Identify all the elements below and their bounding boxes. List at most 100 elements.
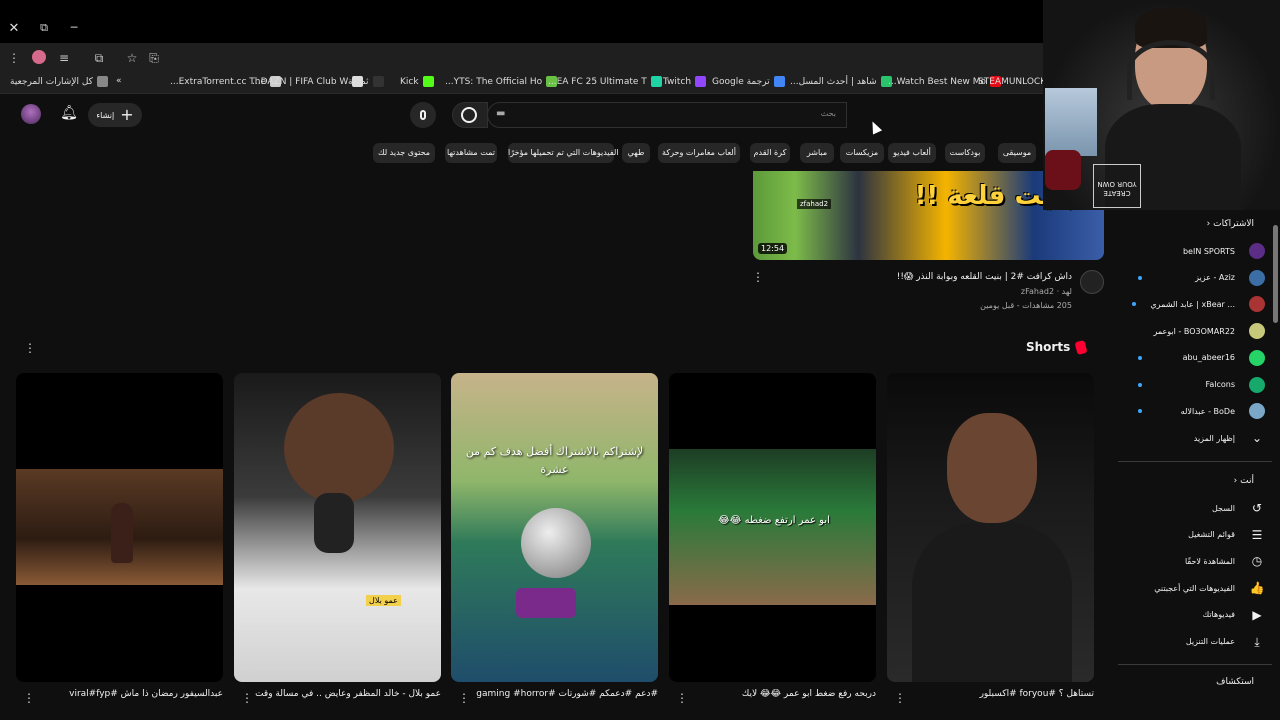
short-card-3[interactable]: لإشتراكم بالاشتراك أفضل هدف كم من عشرة — [451, 373, 658, 682]
short-title[interactable]: #دعم #دعمكم #شورتات #gaming #horror — [471, 689, 658, 699]
minimize-window-button[interactable]: ─ — [64, 21, 84, 34]
download-icon: ⤓ — [1254, 634, 1260, 649]
filter-chip[interactable]: بودكاست — [945, 143, 985, 163]
filter-chip[interactable]: تمت مشاهدتها — [445, 143, 497, 163]
profile-icon[interactable] — [31, 50, 47, 66]
bookmark-item[interactable]: » — [116, 76, 122, 86]
bookmark-item[interactable]: ثمانية — [348, 76, 384, 87]
short-more-options-icon[interactable]: ⋮ — [23, 691, 35, 705]
filter-chip[interactable]: محتوى جديد لك — [373, 143, 435, 163]
bookmark-label: شاهد | أحدث المسل... — [790, 76, 877, 87]
filter-chip[interactable]: مباشر — [800, 143, 834, 163]
filter-chip[interactable]: موسيقى — [998, 143, 1036, 163]
short-card-2[interactable]: ابو عمر ارتفع ضغطه 😂😂 — [669, 373, 876, 682]
media-controls-icon[interactable]: ≡ — [56, 50, 72, 66]
subscription-label: beIN SPORTS — [1182, 246, 1235, 256]
new-content-dot — [1138, 275, 1142, 280]
subscription-item[interactable]: ابوعمر - BO3OMAR22 — [1120, 321, 1265, 341]
bookmark-item[interactable]: Twitch — [663, 76, 707, 87]
bookmark-item[interactable]: YTS: The Official Ho... — [445, 76, 558, 87]
you-item[interactable]: السجل ↺ — [1120, 498, 1265, 518]
you-item[interactable]: قوائم التشغيل ☰ — [1120, 525, 1265, 545]
subscription-item[interactable]: abu_abeer16 — [1120, 348, 1265, 368]
short-more-options-icon[interactable]: ⋮ — [241, 691, 253, 705]
you-item-label: السجل — [1211, 503, 1235, 513]
short-title[interactable]: عمو بلال - خالد المظفر وعايض .. في مسألة… — [254, 689, 441, 699]
explore-heading: استكشاف — [1216, 677, 1254, 687]
short-card-4[interactable]: عمو بلال — [234, 373, 441, 682]
you-item[interactable]: الفيديوهات التي أعجبتني 👍 — [1120, 578, 1265, 598]
notifications-bell-icon[interactable]: 🔔︎ — [60, 105, 78, 123]
bookmark-item[interactable]: شاهد | أحدث المسل... — [790, 76, 892, 87]
chevron-down-icon: ⌄ — [1251, 431, 1263, 445]
shorts-more-options-icon[interactable]: ⋮ — [24, 341, 36, 355]
subscription-item[interactable]: Falcons — [1120, 375, 1265, 395]
close-window-button[interactable]: ✕ — [4, 21, 24, 36]
short-more-options-icon[interactable]: ⋮ — [676, 691, 688, 705]
restore-window-button[interactable]: ⧉ — [34, 21, 54, 35]
subscription-item[interactable]: عبدالاله - BoDe — [1120, 401, 1265, 421]
filter-chip[interactable]: مزيكسات — [840, 143, 884, 163]
bookmark-item[interactable]: EA FC 25 Ultimate T... — [548, 76, 662, 87]
short-ball-3 — [521, 508, 591, 578]
short-card-1[interactable] — [887, 373, 1094, 682]
menu-dots-icon[interactable]: ⋮ — [6, 50, 22, 66]
you-item[interactable]: عمليات التنزيل ⤓ — [1120, 632, 1265, 652]
filter-chip[interactable]: ألعاب مغامرات وحركة — [658, 143, 740, 163]
filter-chip[interactable]: ألعاب فيديو — [888, 143, 936, 163]
search-input[interactable]: بحث ▬ — [487, 102, 847, 128]
short-microphone-4 — [314, 493, 354, 553]
you-heading[interactable]: أنت ‹ — [1200, 476, 1254, 486]
bookmark-item[interactable]: كل الإشارات المرجعية — [10, 76, 108, 87]
video-duration: 12:54 — [758, 243, 788, 254]
show-more-button[interactable]: إظهار المزيد ⌄ — [1120, 428, 1265, 448]
you-item[interactable]: فيديوهاتك ▶ — [1120, 605, 1265, 625]
bookmark-label: DAZN | FIFA Club W... — [252, 76, 349, 87]
short-card-5[interactable] — [16, 373, 223, 682]
bookmark-star-icon[interactable]: ☆ — [124, 50, 140, 66]
sidebar-scrollbar[interactable] — [1273, 225, 1278, 323]
subscription-label: عزيز - Aziz — [1195, 273, 1235, 283]
short-title[interactable]: تستاهل ؟ #foryou #اكسبلور — [907, 689, 1094, 699]
bookmark-item[interactable]: DAZN | FIFA Club W... — [252, 76, 364, 87]
filter-chip[interactable]: طهي — [622, 143, 650, 163]
short-title[interactable]: دربحه رفع ضغط ابو عمر 😂😂 لايك — [689, 689, 876, 699]
short-more-options-icon[interactable]: ⋮ — [458, 691, 470, 705]
new-content-dot — [1132, 302, 1137, 307]
sidebar-divider-2 — [1118, 664, 1272, 665]
bookmark-item[interactable]: ترجمة Google — [712, 76, 785, 87]
channel-name[interactable]: zFahad2 — [1021, 287, 1054, 296]
your-videos-icon: ▶ — [1252, 607, 1262, 622]
video-more-options-icon[interactable]: ⋮ — [752, 270, 764, 284]
install-app-icon[interactable]: ⎘ — [146, 50, 162, 66]
webcam-box-text: CREATE YOUR OWN — [1093, 164, 1141, 208]
bookmark-label: » — [116, 76, 122, 86]
short-more-options-icon[interactable]: ⋮ — [894, 691, 906, 705]
you-item[interactable]: المشاهدة لاحقًا ◷ — [1120, 551, 1265, 571]
channel-avatar[interactable] — [1080, 270, 1104, 294]
subscription-item[interactable]: عزيز - Aziz — [1120, 268, 1265, 288]
subscription-item[interactable]: beIN SPORTS — [1120, 241, 1265, 261]
bookmark-label: كل الإشارات المرجعية — [10, 76, 93, 87]
account-avatar[interactable] — [21, 104, 41, 124]
bookmark-label: ترجمة Google — [712, 76, 770, 87]
bookmark-item[interactable]: Kick — [400, 76, 434, 87]
create-button[interactable]: إنشاء + — [88, 103, 142, 127]
create-label: إنشاء — [96, 110, 115, 120]
voice-search-button[interactable] — [410, 102, 436, 128]
subscriptions-heading[interactable]: الاشتراكات ‹ — [1170, 219, 1254, 229]
bookmark-favicon-icon — [372, 76, 384, 87]
bookmark-label: Twitch — [663, 76, 692, 87]
short-title[interactable]: عبدالسيفور رمضان ذا ماش #viral#fyp — [36, 689, 223, 699]
subscription-item[interactable]: عابد الشمري | xBear ... — [1120, 294, 1265, 314]
short-overlay-text-3: لإشتراكم بالاشتراك أفضل هدف كم من عشرة — [465, 445, 644, 476]
video-title[interactable]: داش كرافت #2 | بنيت القلعه وبوابة النذر … — [780, 272, 1072, 282]
you-heading-label: أنت — [1240, 476, 1254, 486]
channel-avatar-icon — [1249, 323, 1265, 340]
filter-chip[interactable]: الفيديوهات التي تم تحميلها مؤخرًا — [508, 143, 619, 163]
bookmark-label: EA FC 25 Ultimate T... — [548, 76, 647, 87]
extensions-icon[interactable]: ⧉ — [91, 50, 107, 66]
filter-chip[interactable]: كرة القدم — [750, 143, 790, 163]
channel-avatar-icon — [1249, 243, 1265, 259]
short-person-4 — [284, 393, 394, 503]
